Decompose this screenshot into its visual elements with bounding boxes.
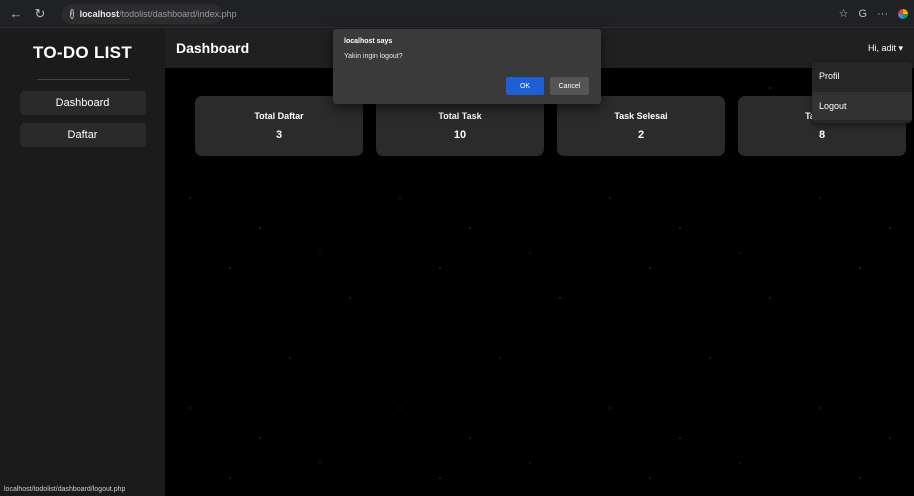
page-title: Dashboard <box>176 40 250 56</box>
stat-card-value: 2 <box>637 129 645 141</box>
user-menu-toggle[interactable]: Hi, adit ▾ <box>868 43 903 54</box>
stat-card-value: 3 <box>275 129 283 141</box>
stat-card-task-selesai: Task Selesai 2 <box>557 96 725 156</box>
menu-item-profil[interactable]: Profil <box>812 62 912 90</box>
stat-card-value: 10 <box>453 129 467 141</box>
back-icon[interactable]: ← <box>6 4 26 24</box>
url-path: /todolist/dashboard/index.php <box>119 8 237 19</box>
address-bar[interactable]: i localhost /todolist/dashboard/index.ph… <box>62 3 237 24</box>
user-dropdown-menu: Profil Logout <box>812 62 912 123</box>
sidebar-divider <box>36 79 129 80</box>
status-bar-url: localhost/todolist/dashboard/logout.php <box>0 483 130 496</box>
star-icon[interactable]: ☆ <box>839 7 849 20</box>
brand-title: TO-DO LIST <box>32 43 132 62</box>
cancel-button[interactable]: Cancel <box>550 77 589 95</box>
ok-button[interactable]: OK <box>506 77 544 95</box>
more-icon[interactable]: ··· <box>877 8 888 20</box>
stat-card-label: Total Task <box>438 111 482 121</box>
browser-toolbar: ← ↻ i localhost /todolist/dashboard/inde… <box>0 0 914 28</box>
url-host: localhost <box>79 8 120 19</box>
menu-item-logout[interactable]: Logout <box>812 92 912 120</box>
stat-card-value: 8 <box>818 129 826 141</box>
stat-card-label: Task Selesai <box>614 111 668 121</box>
dialog-buttons: OK Cancel <box>506 77 589 95</box>
stat-card-total-daftar: Total Daftar 3 <box>195 96 363 156</box>
dialog-title: localhost says <box>344 38 393 45</box>
stat-card-label: Total Daftar <box>254 111 304 121</box>
sidebar: TO-DO LIST Dashboard Daftar localhost/to… <box>0 28 165 496</box>
sidebar-item-dashboard[interactable]: Dashboard <box>19 91 146 115</box>
dialog-message: Yakin ingin logout? <box>344 53 403 60</box>
profile-icon[interactable] <box>898 8 908 19</box>
refresh-icon[interactable]: ↻ <box>30 4 50 24</box>
sidebar-item-daftar[interactable]: Daftar <box>19 123 146 147</box>
browser-actions: ☆ G ··· <box>839 7 908 20</box>
copilot-icon[interactable]: G <box>858 8 867 20</box>
stat-card-total-task: Total Task 10 <box>376 96 544 156</box>
confirm-dialog: localhost says Yakin ingin logout? OK Ca… <box>333 29 601 104</box>
info-icon[interactable]: i <box>70 8 74 19</box>
stat-cards: Total Daftar 3 Total Task 10 Task Selesa… <box>195 96 906 156</box>
